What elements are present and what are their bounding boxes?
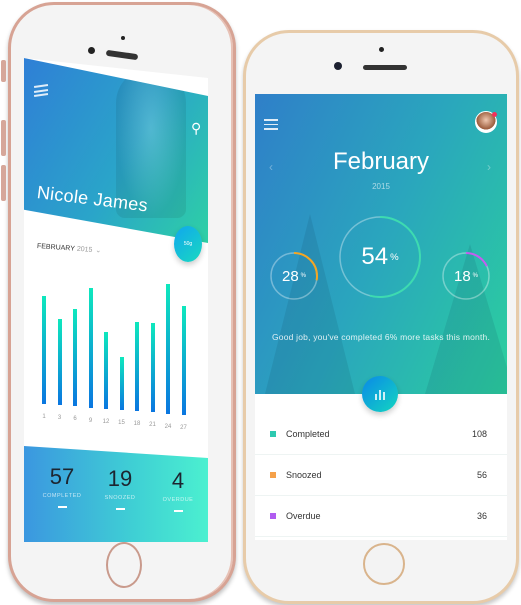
x-tick-label: 1 — [42, 414, 46, 420]
x-tick-label: 3 — [57, 415, 62, 422]
list-item-label: Completed — [286, 429, 330, 439]
x-tick-label: 18 — [133, 421, 141, 428]
ring-snoozed[interactable]: 28% — [269, 251, 319, 301]
stat-label: COMPLETED — [42, 493, 82, 499]
month-selector[interactable]: FEBRUARY 2015 ⌄ — [37, 242, 102, 254]
list-item-count: 56 — [476, 470, 487, 480]
chevron-down-icon: ⌄ — [95, 247, 102, 255]
month-title: February — [332, 148, 430, 175]
floating-action-button[interactable]: 50g — [174, 226, 202, 262]
ring-overdue[interactable]: 18% — [441, 251, 491, 301]
ring-unit: % — [390, 251, 399, 263]
x-tick-label: 15 — [118, 420, 125, 426]
ring-completed[interactable]: 54% — [338, 215, 422, 299]
proximity-sensor — [379, 47, 384, 52]
hamburger-icon[interactable] — [264, 116, 278, 133]
volume-up-button — [1, 120, 6, 156]
x-tick-label: 6 — [73, 416, 77, 423]
year-label: 2015 — [76, 245, 93, 254]
chart-bar[interactable] — [150, 322, 155, 413]
ring-value: 28 — [281, 267, 299, 285]
stat-overdue[interactable]: 4 OVERDUE — [152, 468, 204, 512]
ring-value: 54 — [361, 243, 389, 270]
bar-chart-icon — [383, 392, 385, 400]
stat-indicator — [173, 510, 183, 512]
ring-unit: % — [472, 273, 479, 279]
stat-label: OVERDUE — [162, 497, 194, 503]
x-tick-label: 24 — [164, 423, 172, 430]
chart-bar[interactable] — [104, 332, 108, 409]
task-summary-list: Completed 108 Snoozed 56 Overdue 36 — [255, 414, 507, 537]
avatar[interactable] — [475, 111, 497, 133]
home-button[interactable] — [363, 543, 405, 585]
legend-swatch — [270, 472, 276, 478]
proximity-sensor — [121, 36, 125, 40]
stat-value: 19 — [107, 466, 133, 491]
list-item-count: 36 — [476, 511, 487, 521]
list-item[interactable]: Overdue 36 — [255, 496, 507, 537]
x-tick-label: 27 — [180, 424, 187, 431]
left-screen: ⚲ Nicole James FEBRUARY 2015 ⌄ 50g 1 3 6 9 12 1… — [24, 58, 208, 542]
month-label: FEBRUARY — [36, 243, 76, 253]
front-camera — [88, 47, 95, 54]
x-tick-label: 9 — [88, 417, 93, 424]
ring-unit: % — [300, 273, 307, 279]
list-item-label: Snoozed — [286, 470, 322, 480]
progress-message: Good job, you've completed 6% more tasks… — [271, 332, 490, 342]
notification-dot — [492, 112, 497, 117]
stat-indicator — [57, 506, 67, 508]
stat-indicator — [115, 508, 125, 510]
earpiece-speaker — [363, 65, 407, 70]
stat-snoozed[interactable]: 19 SNOOZED — [94, 466, 146, 510]
chart-bar[interactable] — [166, 283, 170, 414]
stats-panel: 57 COMPLETED 19 SNOOZED 4 OVERDUE — [24, 446, 208, 542]
ring-value: 18 — [453, 267, 471, 285]
list-item-count: 108 — [471, 429, 487, 439]
monthly-summary-header: ‹ › February 2015 28% 54% 18% Good job, … — [255, 94, 507, 394]
mute-switch — [1, 60, 6, 82]
bar-chart-icon — [379, 390, 381, 400]
chart-bar[interactable] — [42, 296, 46, 404]
bar-chart-button[interactable] — [362, 376, 398, 412]
legend-swatch — [270, 431, 276, 437]
search-icon[interactable]: ⚲ — [191, 120, 201, 137]
chart-bar[interactable] — [135, 321, 139, 412]
stat-completed[interactable]: 57 COMPLETED — [36, 464, 88, 508]
chart-bar[interactable] — [73, 308, 77, 407]
hamburger-icon[interactable] — [33, 82, 49, 97]
chart-bar[interactable] — [181, 305, 186, 415]
stat-value: 4 — [171, 468, 185, 493]
chart-bar[interactable] — [119, 356, 124, 410]
stat-label: SNOOZED — [104, 495, 136, 501]
list-item[interactable]: Completed 108 — [255, 414, 507, 455]
x-tick-label: 21 — [149, 422, 156, 429]
legend-swatch — [270, 513, 276, 519]
x-tick-label: 12 — [102, 418, 110, 425]
right-screen: ‹ › February 2015 28% 54% 18% Good job, … — [255, 94, 507, 540]
volume-down-button — [1, 165, 6, 201]
stat-value: 57 — [49, 464, 75, 489]
home-button[interactable] — [106, 542, 142, 588]
fab-label: 50g — [183, 241, 193, 247]
front-camera — [334, 62, 342, 70]
bar-chart-icon — [375, 394, 377, 400]
list-item-label: Overdue — [286, 511, 321, 521]
year-subtitle: 2015 — [372, 182, 390, 191]
chart-bar[interactable] — [88, 288, 93, 408]
profile-header: ⚲ Nicole James — [24, 58, 208, 243]
chart-bar[interactable] — [57, 319, 62, 406]
list-item[interactable]: Snoozed 56 — [255, 455, 507, 496]
daily-tasks-bar-chart: 1 3 6 9 12 15 18 21 24 27 — [32, 268, 202, 438]
